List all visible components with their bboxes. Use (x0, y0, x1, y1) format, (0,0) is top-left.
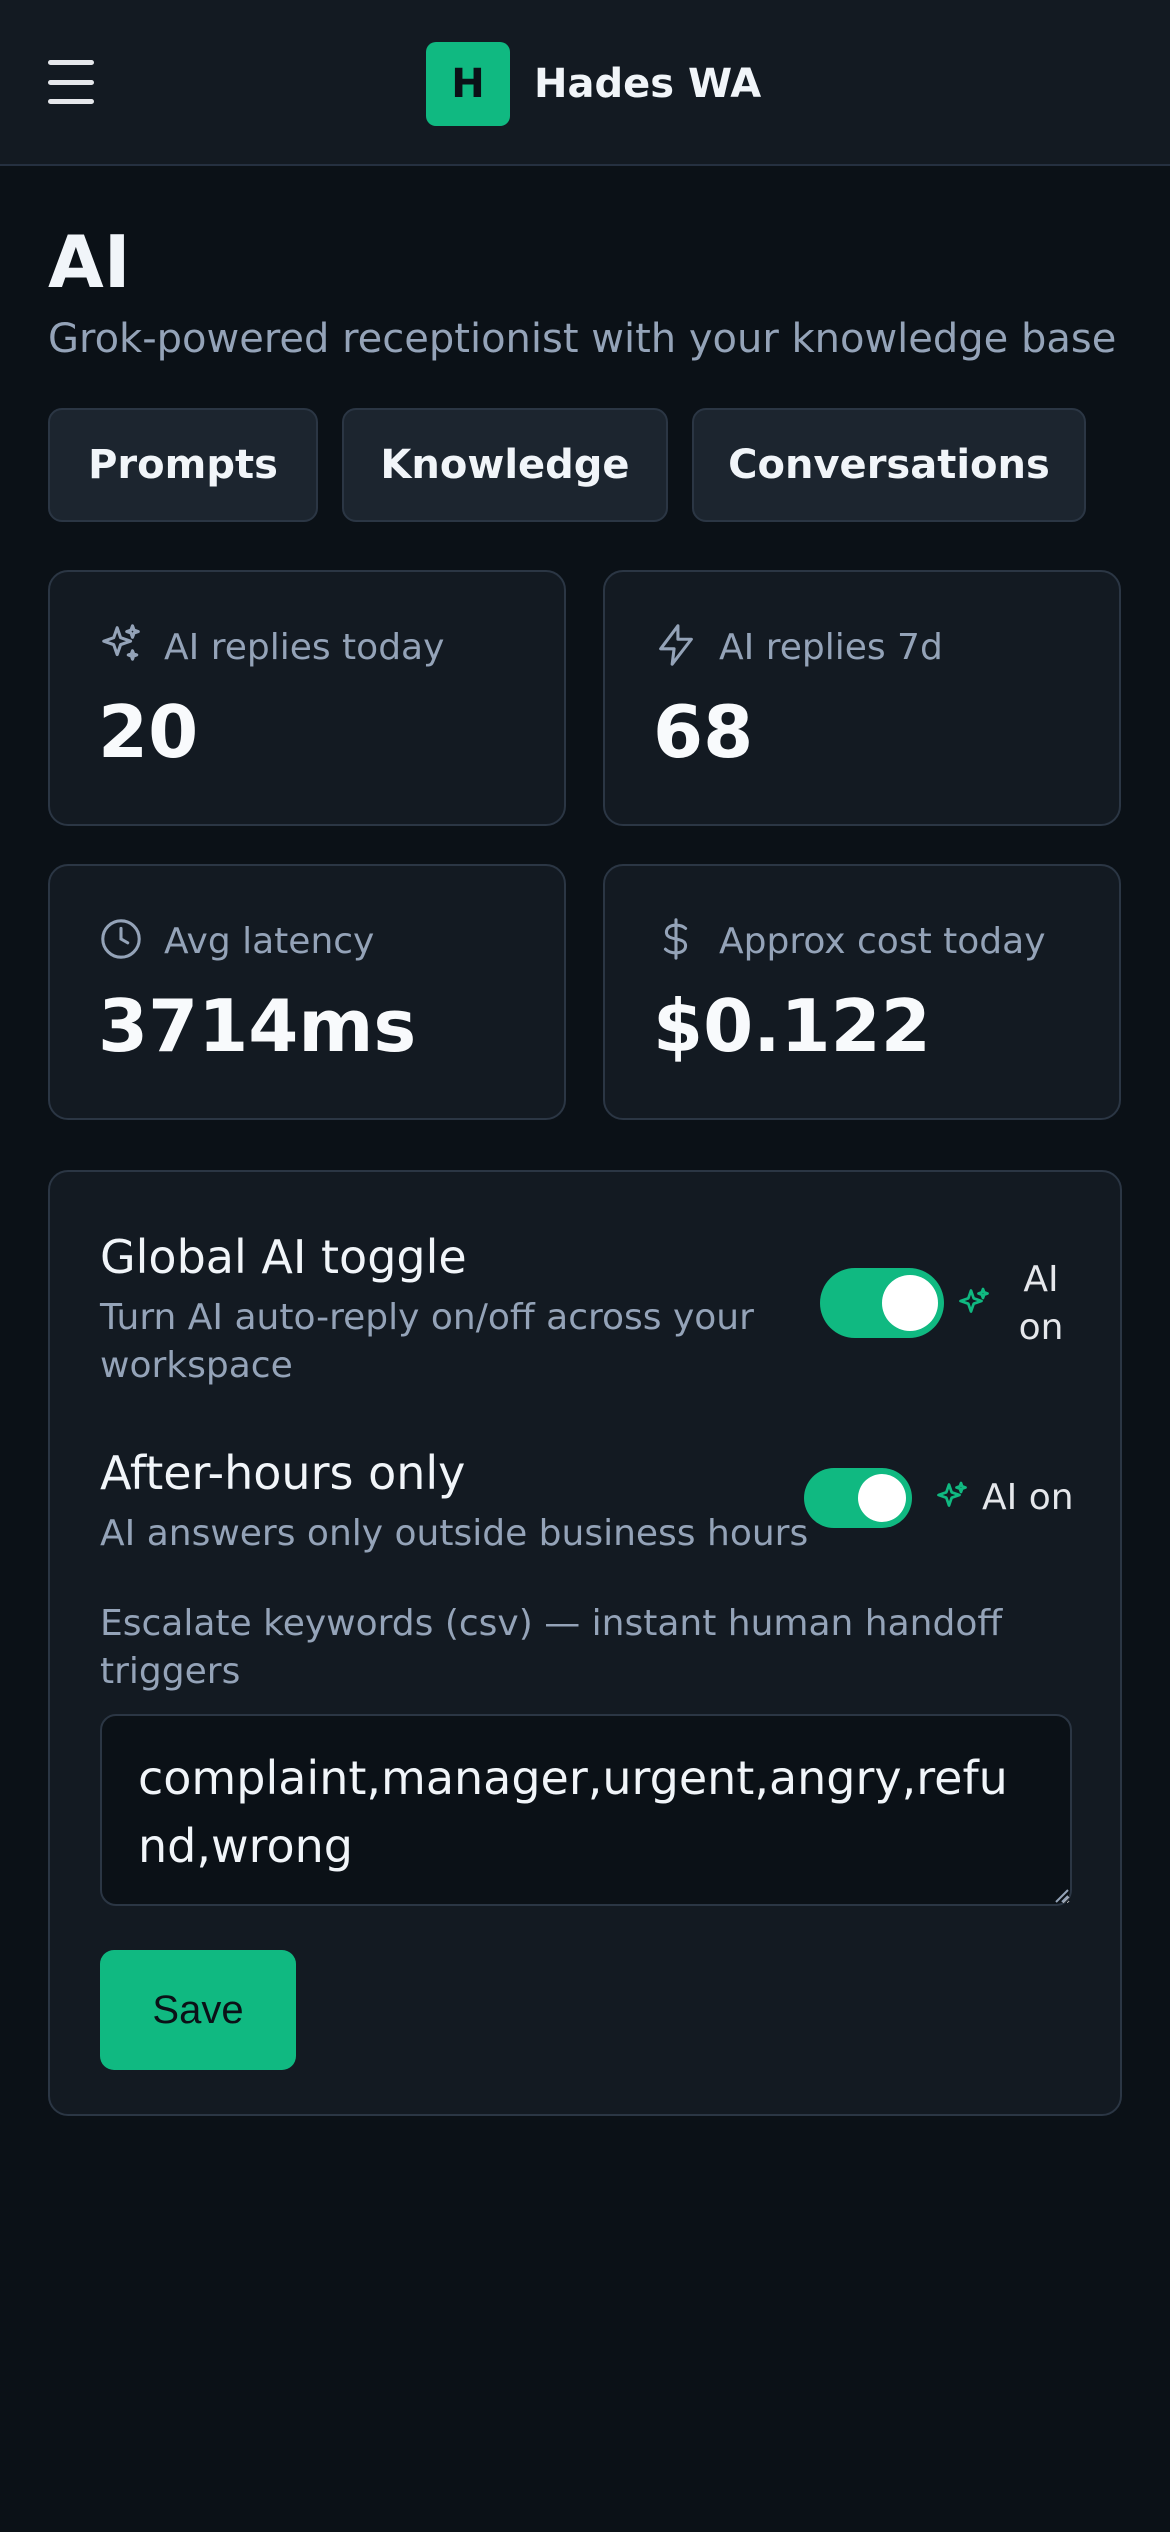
stat-label: Avg latency (164, 920, 375, 962)
stat-value: 3714ms (98, 984, 417, 1068)
sparkles-icon (956, 1286, 992, 1326)
sparkles-icon (934, 1480, 970, 1520)
dollar-icon (653, 916, 699, 966)
tab-knowledge[interactable]: Knowledge (342, 408, 668, 522)
brand-name: Hades WA (534, 61, 762, 107)
escalate-keywords-textarea[interactable]: complaint,manager,urgent,angry,refund,wr… (100, 1714, 1072, 1906)
brand-logo: H (426, 42, 510, 126)
tab-prompts[interactable]: Prompts (48, 408, 318, 522)
stat-value: 68 (653, 690, 754, 774)
stat-value: 20 (98, 690, 199, 774)
resize-grip-icon[interactable] (1050, 1884, 1070, 1904)
after-hours-title: After-hours only (100, 1446, 466, 1500)
save-button[interactable]: Save (100, 1950, 296, 2070)
hamburger-menu-icon[interactable] (48, 60, 110, 104)
stat-card-approx-cost: Approx cost today $0.122 (603, 864, 1121, 1120)
ai-settings-panel: Global AI toggle Turn AI auto-reply on/o… (48, 1170, 1122, 2116)
after-hours-description: AI answers only outside business hours (100, 1513, 809, 1554)
lightning-icon (653, 622, 699, 672)
stat-label: Approx cost today (719, 920, 1046, 962)
stat-value: $0.122 (653, 984, 931, 1068)
escalate-keywords-label: Escalate keywords (csv) — instant human … (100, 1603, 1003, 1692)
page-subtitle: Grok-powered receptionist with your know… (48, 316, 1117, 362)
brand[interactable]: H Hades WA (426, 42, 761, 126)
stat-card-ai-replies-7d: AI replies 7d 68 (603, 570, 1121, 826)
global-ai-status-label: AI on (1018, 1259, 1064, 1348)
global-ai-toggle-description: Turn AI auto-reply on/off across your wo… (100, 1297, 754, 1386)
top-bar: H Hades WA (0, 0, 1170, 166)
stat-card-avg-latency: Avg latency 3714ms (48, 864, 566, 1120)
clock-icon (98, 916, 144, 966)
after-hours-status-label: AI on (982, 1477, 1074, 1518)
page-title: AI (48, 220, 131, 304)
after-hours-toggle-switch[interactable] (804, 1468, 912, 1528)
tab-conversations[interactable]: Conversations (692, 408, 1086, 522)
stat-card-ai-replies-today: AI replies today 20 (48, 570, 566, 826)
stat-label: AI replies 7d (719, 626, 943, 668)
global-ai-toggle-switch[interactable] (820, 1268, 944, 1338)
sparkles-icon (98, 622, 144, 672)
global-ai-toggle-title: Global AI toggle (100, 1230, 467, 1284)
stat-label: AI replies today (164, 626, 445, 668)
